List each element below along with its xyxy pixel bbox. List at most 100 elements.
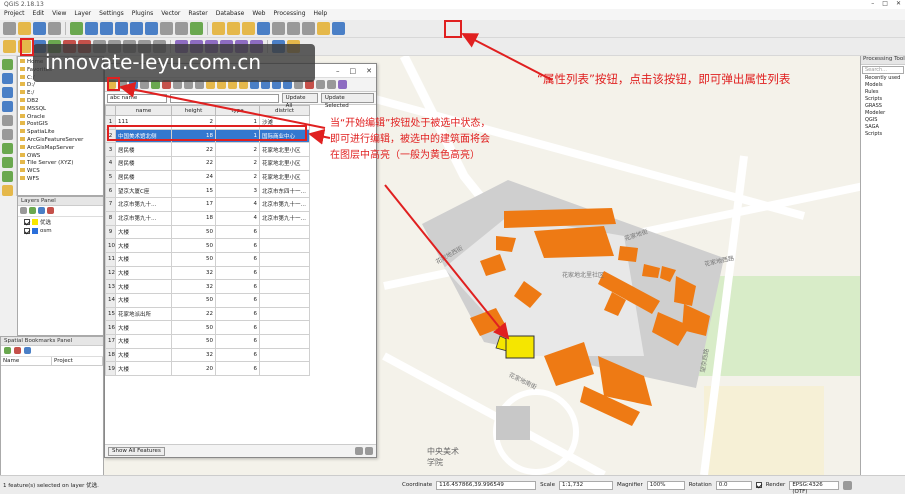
cell-district[interactable]: 北京市第九十一… [259, 197, 310, 212]
new-shapefile-icon[interactable] [2, 185, 13, 196]
expression-input[interactable] [169, 93, 279, 103]
zoom-selection-icon[interactable] [130, 22, 143, 35]
cell-type[interactable]: 6 [215, 361, 260, 377]
add-oracle-layer-icon[interactable] [2, 129, 13, 140]
table-row[interactable]: 15 花家地派出所 22 6 [105, 306, 310, 322]
add-bookmark-icon[interactable] [4, 347, 11, 354]
cell-district[interactable] [259, 279, 310, 294]
measure-icon[interactable] [302, 22, 315, 35]
coordinate-field[interactable]: 116.457866,39.996549 [436, 480, 537, 490]
add-group-icon[interactable] [29, 207, 36, 214]
zoom-next-icon[interactable] [175, 22, 188, 35]
cell-district[interactable] [259, 251, 310, 267]
cell-name[interactable]: 居民楼 [115, 142, 172, 158]
new-project-icon[interactable] [3, 22, 16, 35]
row-number[interactable]: 11 [105, 251, 116, 267]
table-view-icon[interactable] [355, 447, 363, 455]
cell-district[interactable]: 花家地北里小区 [259, 156, 310, 171]
pan-icon[interactable] [70, 22, 83, 35]
actions-icon[interactable] [338, 80, 347, 89]
processing-item[interactable]: SAGA [863, 124, 903, 131]
browser-item[interactable]: Tile Server (XYZ) [20, 160, 101, 168]
cell-height[interactable]: 17 [171, 197, 216, 212]
column-header-name[interactable]: name [115, 105, 172, 116]
map-tips-icon[interactable] [317, 22, 330, 35]
selected-building[interactable] [505, 335, 535, 359]
table-row[interactable]: 5 居民楼 24 2 花家地北里小区 [105, 169, 310, 185]
menu-database[interactable]: Database [215, 10, 246, 19]
table-row[interactable]: 4 居民楼 22 2 花家地北里小区 [105, 156, 310, 171]
cell-name[interactable]: 大楼 [115, 279, 172, 294]
table-row[interactable]: 16 大楼 50 6 [105, 320, 310, 335]
zoom-out-icon[interactable] [100, 22, 113, 35]
row-number[interactable]: 3 [105, 142, 116, 158]
browser-item[interactable]: WFS [20, 175, 101, 184]
browser-item[interactable]: OWS [20, 152, 101, 161]
table-row[interactable]: 8 北京市第九十… 18 4 北京市第九十一… [105, 210, 310, 226]
add-wms-layer-icon[interactable] [2, 143, 13, 154]
field-calculator-icon[interactable] [272, 22, 285, 35]
cell-height[interactable]: 22 [171, 156, 216, 171]
cell-name[interactable]: 居民楼 [115, 169, 172, 185]
table-row[interactable]: 14 大楼 50 6 [105, 292, 310, 308]
cell-type[interactable]: 6 [215, 265, 260, 281]
table-row[interactable]: 9 大楼 50 6 [105, 224, 310, 240]
table-row[interactable]: 18 大楼 32 6 [105, 347, 310, 363]
open-project-icon[interactable] [18, 22, 31, 35]
cell-district[interactable]: 北京市第九十一… [259, 210, 310, 226]
browser-item[interactable]: MSSQL [20, 105, 101, 114]
cell-district[interactable] [259, 306, 310, 322]
cell-height[interactable]: 15 [171, 183, 216, 199]
cell-name[interactable]: 大楼 [115, 224, 172, 240]
cell-type[interactable]: 2 [215, 169, 260, 185]
cell-name[interactable]: 大楼 [115, 292, 172, 308]
table-row[interactable]: 13 大楼 32 6 [105, 279, 310, 294]
remove-layer-icon[interactable] [47, 207, 54, 214]
cell-height[interactable]: 32 [171, 265, 216, 281]
minimize-icon[interactable]: – [871, 0, 874, 7]
cell-type[interactable]: 6 [215, 292, 260, 308]
open-attribute-table-icon[interactable] [257, 22, 270, 35]
cell-height[interactable]: 50 [171, 251, 216, 267]
cell-type[interactable]: 2 [215, 142, 260, 158]
cell-name[interactable]: 大楼 [115, 361, 172, 377]
show-all-features-button[interactable]: Show All Features [108, 446, 165, 456]
browser-item[interactable]: PostGIS [20, 121, 101, 129]
cell-name[interactable]: 望京大厦C座 [115, 183, 172, 199]
deselect-icon[interactable] [242, 22, 255, 35]
browser-item[interactable]: ArcGisFeatureServer [20, 136, 101, 145]
row-number[interactable]: 5 [105, 169, 116, 185]
cell-name[interactable]: 大楼 [115, 251, 172, 267]
row-number[interactable]: 6 [105, 183, 116, 199]
processing-item[interactable]: Scripts [863, 96, 903, 103]
cell-district[interactable] [259, 361, 310, 377]
cell-name[interactable]: 大楼 [115, 265, 172, 281]
cell-type[interactable]: 6 [215, 279, 260, 294]
cell-district[interactable]: 花家地北里小区 [259, 169, 310, 185]
table-row[interactable]: 3 居民楼 22 2 花家地北里小区 [105, 142, 310, 158]
cell-type[interactable]: 4 [215, 197, 260, 212]
cell-district[interactable] [259, 224, 310, 240]
add-spatialite-layer-icon[interactable] [2, 101, 13, 112]
layer-checkbox[interactable] [24, 228, 30, 234]
render-checkbox[interactable] [755, 482, 762, 488]
current-edits-icon[interactable] [3, 40, 16, 53]
style-icon[interactable] [20, 207, 27, 214]
add-wfs-layer-icon[interactable] [2, 171, 13, 182]
help-icon[interactable] [332, 22, 345, 35]
field-calculator-icon[interactable] [316, 80, 325, 89]
layer-checkbox[interactable] [24, 219, 30, 225]
cell-type[interactable]: 2 [215, 156, 260, 171]
zoom-layer-icon[interactable] [145, 22, 158, 35]
add-raster-layer-icon[interactable] [2, 73, 13, 84]
menu-project[interactable]: Project [3, 10, 26, 19]
cell-name[interactable]: 大楼 [115, 238, 172, 253]
processing-item[interactable]: GRASS [863, 103, 903, 110]
add-mssql-layer-icon[interactable] [2, 115, 13, 126]
maximize-icon[interactable]: □ [882, 0, 888, 7]
cell-district[interactable]: 北京市东四十一… [259, 183, 310, 199]
cell-district[interactable]: 花家地北里小区 [259, 142, 310, 158]
row-number[interactable]: 10 [105, 238, 116, 253]
processing-item[interactable]: Recently used [863, 75, 903, 82]
menu-view[interactable]: View [51, 10, 67, 19]
